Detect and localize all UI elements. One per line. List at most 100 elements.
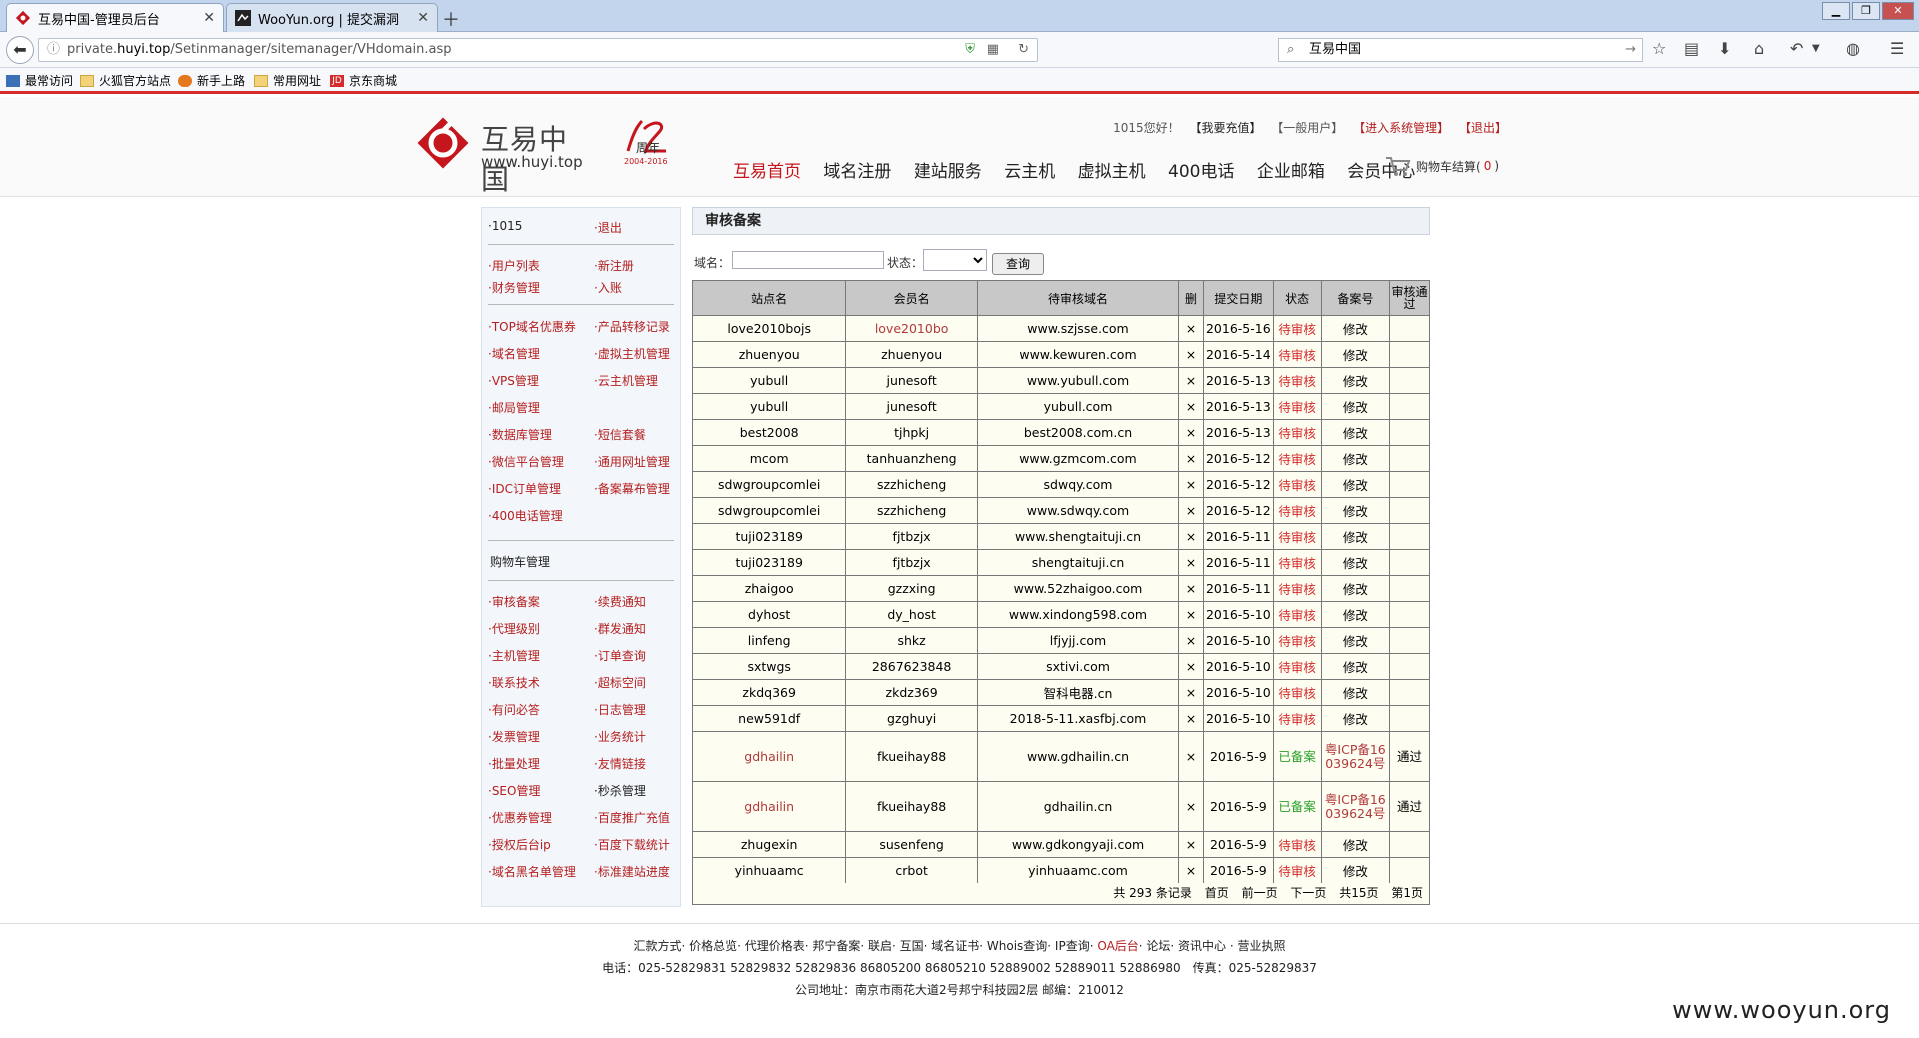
bookmark-jd[interactable]: JD 京东商城: [330, 72, 397, 89]
col-icp-cell[interactable]: 修改: [1320, 653, 1391, 680]
sidebar-item[interactable]: ·域名黑名单管理: [488, 863, 576, 880]
sidebar-item[interactable]: ·日志管理: [594, 701, 646, 718]
close-tab-icon[interactable]: ✕: [203, 10, 215, 26]
sidebar-item[interactable]: ·VPS管理: [488, 372, 539, 389]
col-icp-cell[interactable]: 修改: [1320, 705, 1391, 732]
logout-link[interactable]: 【退出】: [1459, 121, 1507, 135]
footer-oa-link[interactable]: OA后台: [1094, 939, 1138, 953]
url-bar[interactable]: ⓘ private.huyi.top/Setinmanager/sitemana…: [38, 38, 1038, 62]
sidebar-item[interactable]: ·新注册: [594, 257, 634, 274]
sidebar-item[interactable]: ·TOP域名优惠券: [488, 318, 576, 335]
col-delete-cell[interactable]: ×: [1178, 471, 1204, 498]
close-tab-icon[interactable]: ✕: [417, 10, 429, 26]
col-delete-cell[interactable]: ×: [1178, 315, 1204, 342]
status-select[interactable]: [923, 249, 987, 271]
col-delete-cell[interactable]: ×: [1178, 549, 1204, 576]
reading-list-icon[interactable]: ▤: [1684, 39, 1699, 58]
shield-icon[interactable]: ⛨: [965, 39, 975, 61]
sidebar-item[interactable]: ·授权后台ip: [488, 836, 551, 853]
globe-icon[interactable]: ◍: [1846, 39, 1860, 58]
menu-icon[interactable]: ☰: [1890, 39, 1904, 58]
reload-icon[interactable]: ↻: [1018, 39, 1029, 61]
col-delete-cell[interactable]: ×: [1178, 575, 1204, 602]
col-icp-cell[interactable]: 修改: [1320, 601, 1391, 628]
col-delete-cell[interactable]: ×: [1178, 679, 1204, 706]
sidebar-item[interactable]: ·标准建站进度: [594, 863, 670, 880]
sidebar-item[interactable]: ·虚拟主机管理: [594, 345, 670, 362]
sidebar-item[interactable]: ·云主机管理: [594, 372, 658, 389]
bookmark-new-user[interactable]: 新手上路: [178, 72, 245, 89]
nav-400[interactable]: 400电话: [1168, 162, 1234, 182]
back-button[interactable]: ⬅: [6, 36, 34, 64]
col-delete-cell[interactable]: ×: [1178, 627, 1204, 654]
col-delete-cell[interactable]: ×: [1178, 367, 1204, 394]
sidebar-item[interactable]: ·备案幕布管理: [594, 480, 670, 497]
col-delete-cell[interactable]: ×: [1178, 781, 1204, 832]
col-icp-cell[interactable]: 修改: [1320, 549, 1391, 576]
col-icp-cell[interactable]: 修改: [1320, 857, 1391, 884]
nav-website[interactable]: 建站服务: [914, 162, 982, 182]
maximize-button[interactable]: ❐: [1852, 2, 1880, 20]
sidebar-logout[interactable]: ·退出: [594, 219, 622, 236]
nav-cloud[interactable]: 云主机: [1004, 162, 1055, 182]
new-tab-button[interactable]: ＋: [442, 6, 460, 32]
sidebar-item[interactable]: ·财务管理: [488, 279, 540, 296]
col-delete-cell[interactable]: ×: [1178, 831, 1204, 858]
sidebar-item[interactable]: ·订单查询: [594, 647, 646, 664]
tab-huyi-admin[interactable]: 互易中国-管理员后台 ✕: [6, 3, 224, 32]
cart-link[interactable]: 购物车结算(0): [1384, 154, 1499, 178]
minimize-button[interactable]: ▁: [1822, 2, 1850, 20]
col-icp-cell[interactable]: 修改: [1320, 679, 1391, 706]
first-page-link[interactable]: 首页: [1205, 886, 1229, 900]
sidebar-item[interactable]: ·域名管理: [488, 345, 540, 362]
col-delete-cell[interactable]: ×: [1178, 731, 1204, 782]
col-icp-cell[interactable]: 修改: [1320, 627, 1391, 654]
col-delete-cell[interactable]: ×: [1178, 445, 1204, 472]
grid-icon[interactable]: ▦: [987, 39, 999, 61]
col-delete-cell[interactable]: ×: [1178, 419, 1204, 446]
sidebar-item[interactable]: ·友情链接: [594, 755, 646, 772]
sidebar-item[interactable]: ·百度推广充值: [594, 809, 670, 826]
download-icon[interactable]: ⬇: [1718, 39, 1731, 58]
next-page-link[interactable]: 下一页: [1290, 886, 1326, 900]
col-icp-cell[interactable]: 修改: [1320, 419, 1391, 446]
sidebar-item[interactable]: ·邮局管理: [488, 399, 540, 416]
col-icp-cell[interactable]: 修改: [1320, 315, 1391, 342]
nav-vhost[interactable]: 虚拟主机: [1078, 162, 1146, 182]
sidebar-item[interactable]: ·续费通知: [594, 593, 646, 610]
col-icp-cell[interactable]: 修改: [1320, 497, 1391, 524]
sidebar-item[interactable]: ·审核备案: [488, 593, 540, 610]
sidebar-item[interactable]: ·百度下载统计: [594, 836, 670, 853]
col-icp-cell[interactable]: 修改: [1320, 367, 1391, 394]
col-delete-cell[interactable]: ×: [1178, 341, 1204, 368]
sidebar-item[interactable]: ·发票管理: [488, 728, 540, 745]
sidebar-item[interactable]: ·数据库管理: [488, 426, 552, 443]
col-delete-cell[interactable]: ×: [1178, 523, 1204, 550]
sidebar-item[interactable]: ·微信平台管理: [488, 453, 564, 470]
sidebar-item[interactable]: ·代理级别: [488, 620, 540, 637]
col-icp-cell[interactable]: 粤ICP备16039624号: [1320, 781, 1391, 832]
sidebar-item[interactable]: ·400电话管理: [488, 507, 563, 524]
prev-page-link[interactable]: 前一页: [1242, 886, 1278, 900]
admin-link[interactable]: 【进入系统管理】: [1353, 121, 1449, 135]
tab-wooyun[interactable]: WooYun.org | 提交漏洞 ✕: [226, 3, 438, 32]
sidebar-item[interactable]: ·用户列表: [488, 257, 540, 274]
col-icp-cell[interactable]: 修改: [1320, 393, 1391, 420]
sidebar-item[interactable]: ·短信套餐: [594, 426, 646, 443]
bookmark-common-urls[interactable]: 常用网址: [254, 72, 321, 89]
sidebar-item[interactable]: ·有问必答: [488, 701, 540, 718]
col-icp-cell[interactable]: 修改: [1320, 831, 1391, 858]
sidebar-item[interactable]: ·超标空间: [594, 674, 646, 691]
sidebar-item-cart[interactable]: 购物车管理: [490, 553, 550, 570]
sidebar-item[interactable]: ·优惠券管理: [488, 809, 552, 826]
col-delete-cell[interactable]: ×: [1178, 653, 1204, 680]
sidebar-item[interactable]: ·秒杀管理: [594, 782, 646, 799]
domain-input[interactable]: [732, 251, 884, 269]
home-icon[interactable]: ⌂: [1754, 39, 1764, 58]
footer-link-list-end[interactable]: · 论坛· 资讯中心 · 营业执照: [1139, 939, 1286, 953]
sidebar-item[interactable]: ·批量处理: [488, 755, 540, 772]
col-icp-cell[interactable]: 修改: [1320, 471, 1391, 498]
sidebar-item[interactable]: ·产品转移记录: [594, 318, 670, 335]
site-logo[interactable]: 互易中国 www.huyi.top: [415, 115, 595, 196]
footer-link-list[interactable]: 汇款方式· 价格总览· 代理价格表· 邦宁备案· 联启· 互国· 域名证书· W…: [634, 939, 1094, 953]
